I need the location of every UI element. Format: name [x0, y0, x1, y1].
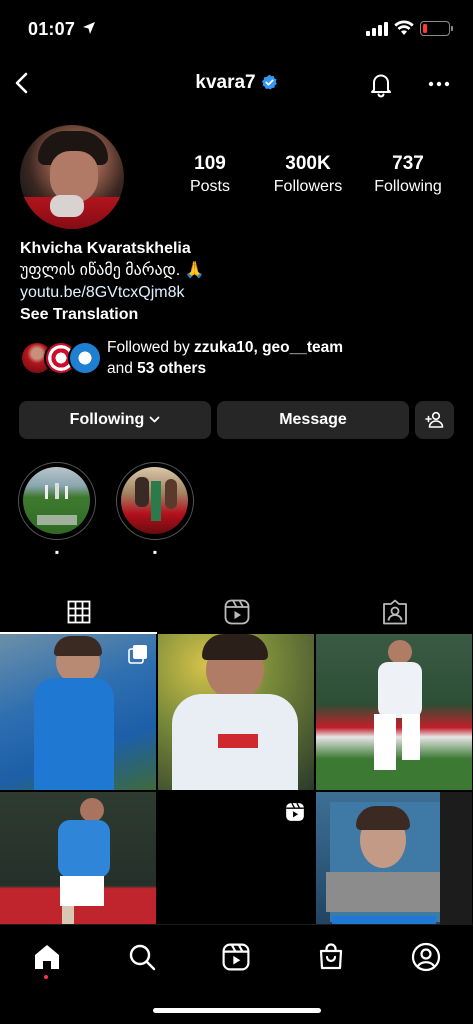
status-bar: 01:07: [0, 0, 473, 60]
stat-posts[interactable]: 109 Posts: [170, 153, 250, 196]
location-arrow-icon: [83, 22, 95, 34]
profile-icon: [411, 942, 441, 972]
following-button-label: Following: [69, 411, 145, 428]
tab-tagged[interactable]: [316, 590, 473, 634]
profile-header: kvara7: [0, 62, 473, 106]
highlight-label: ▪: [54, 545, 60, 559]
home-notification-dot: [44, 975, 48, 979]
stat-value: 109: [194, 153, 226, 174]
profile-stats: 109 Posts 300K Followers 737 Following: [160, 153, 460, 203]
nav-shop[interactable]: [307, 937, 355, 977]
chevron-down-icon: [149, 416, 160, 423]
followed-by-text: Followed by zzuka10, geo__team and 53 ot…: [107, 339, 344, 377]
message-button[interactable]: Message: [217, 401, 409, 439]
username-title: kvara7: [0, 72, 473, 94]
highlight-label: ▪: [152, 545, 158, 559]
stat-followers[interactable]: 300K Followers: [262, 153, 354, 196]
post-thumbnail[interactable]: [316, 634, 472, 790]
stat-label: Following: [374, 178, 442, 195]
message-button-label: Message: [279, 411, 347, 428]
following-button[interactable]: Following: [19, 401, 211, 439]
carousel-icon: [128, 645, 147, 664]
grid-icon: [67, 600, 90, 624]
add-user-icon: [424, 411, 443, 428]
mutual-names: zzuka10, geo__team: [194, 339, 344, 356]
profile-tabs: [0, 590, 473, 634]
stat-value: 300K: [285, 153, 331, 174]
battery-icon: [420, 21, 450, 36]
wifi-icon: [394, 20, 414, 35]
post-thumbnail[interactable]: [0, 634, 156, 790]
status-time: 01:07: [28, 19, 76, 39]
nav-home[interactable]: [23, 937, 71, 977]
stat-following[interactable]: 737 Following: [363, 153, 453, 196]
profile-avatar[interactable]: [20, 125, 124, 229]
bio-link[interactable]: youtu.be/8GVtcxQjm8k: [20, 282, 460, 304]
nav-profile[interactable]: [402, 937, 450, 977]
story-highlight[interactable]: [18, 462, 96, 540]
nav-reels[interactable]: [212, 937, 260, 977]
stat-value: 737: [392, 153, 424, 174]
more-options-icon[interactable]: [427, 72, 451, 96]
followed-by[interactable]: Followed by zzuka10, geo__team and 53 ot…: [20, 337, 460, 381]
reel-icon: [286, 802, 304, 821]
suggested-users-button[interactable]: [415, 401, 454, 439]
post-thumbnail[interactable]: [158, 634, 314, 790]
profile-bio: Khvicha Kvaratskhelia უფლის იწამე მარად.…: [20, 238, 460, 326]
mutual-followers-avatars: [20, 341, 102, 377]
reels-icon: [224, 599, 249, 625]
bio-text: უფლის იწამე მარად. 🙏: [20, 262, 205, 279]
shop-icon: [319, 943, 343, 970]
tab-reels[interactable]: [158, 590, 315, 634]
cellular-signal-icon: [366, 22, 388, 36]
search-icon: [129, 944, 156, 971]
home-icon: [35, 945, 59, 969]
nav-search[interactable]: [118, 937, 166, 977]
notification-bell-icon[interactable]: [367, 70, 395, 98]
tab-posts-grid[interactable]: [0, 590, 157, 634]
tagged-icon: [382, 599, 407, 625]
username: kvara7: [195, 72, 256, 93]
see-translation-link[interactable]: See Translation: [20, 304, 460, 326]
stat-label: Followers: [273, 178, 343, 195]
reels-icon: [222, 943, 250, 971]
mutual-others: 53 others: [137, 360, 207, 377]
stat-label: Posts: [189, 178, 230, 195]
home-indicator[interactable]: [153, 1008, 321, 1013]
verified-badge-icon: [261, 74, 277, 90]
story-highlight[interactable]: [116, 462, 194, 540]
mutual-avatar: [68, 341, 102, 375]
profile-full-name: Khvicha Kvaratskhelia: [20, 240, 191, 257]
